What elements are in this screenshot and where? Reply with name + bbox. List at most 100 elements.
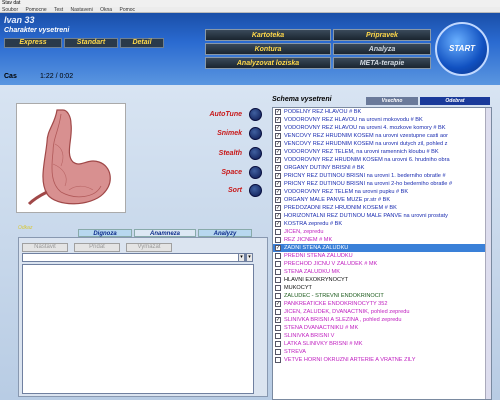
list-item[interactable]: STENA ZALUDKU MK bbox=[273, 268, 491, 276]
list-item[interactable]: ✓ PRICNY REZ DUTINOU BRISNI na urovni 2-h… bbox=[273, 180, 491, 188]
start-button[interactable]: START bbox=[435, 22, 489, 76]
list-item[interactable]: ✓ KOSTRA zepredu # BK bbox=[273, 220, 491, 228]
tab-remove[interactable]: Odebrat bbox=[420, 97, 490, 105]
list-item[interactable]: SLINIVKA BRISNI V bbox=[273, 332, 491, 340]
item-checkbox[interactable]: ✓ bbox=[275, 149, 281, 155]
nastavit-button[interactable]: Nastavit bbox=[22, 243, 68, 252]
list-item[interactable]: REZ JICNEM # MK bbox=[273, 236, 491, 244]
list-scrollbar[interactable] bbox=[485, 108, 491, 399]
item-checkbox[interactable] bbox=[275, 309, 281, 315]
list-item[interactable]: ✓ SLINIVKA BRISNI A SLEZINA , pohled zepr… bbox=[273, 316, 491, 324]
item-checkbox[interactable]: ✓ bbox=[275, 109, 281, 115]
list-item[interactable]: ✓ PANKREATICKE ENDOKRINOCYTY 352 bbox=[273, 300, 491, 308]
list-item[interactable]: JICEN, zepredu bbox=[273, 228, 491, 236]
list-item[interactable]: ✓ ZADNI STENA ZALUDKU bbox=[273, 244, 491, 252]
organ-image bbox=[16, 103, 126, 213]
list-item[interactable]: HLAVNI EXOKRYNOCYT bbox=[273, 276, 491, 284]
item-checkbox[interactable] bbox=[275, 253, 281, 259]
list-item[interactable]: JICEN, ZALUDEK, DVANACTNIK, pohled zepre… bbox=[273, 308, 491, 316]
item-checkbox[interactable] bbox=[275, 261, 281, 267]
combo-extra-icon[interactable]: ▾ bbox=[246, 253, 253, 262]
item-checkbox[interactable] bbox=[275, 293, 281, 299]
list-item[interactable]: ✓ HORIZONTALNI REZ DUTINOU MALE PANVE na … bbox=[273, 212, 491, 220]
item-checkbox[interactable] bbox=[275, 333, 281, 339]
item-checkbox[interactable] bbox=[275, 229, 281, 235]
item-checkbox[interactable] bbox=[275, 341, 281, 347]
item-checkbox[interactable]: ✓ bbox=[275, 117, 281, 123]
item-checkbox[interactable] bbox=[275, 277, 281, 283]
tab-all[interactable]: Vsechno bbox=[366, 97, 418, 105]
analyza-button[interactable]: Analyza bbox=[333, 43, 431, 55]
pripravek-button[interactable]: Pripravek bbox=[333, 29, 431, 41]
item-checkbox[interactable]: ✓ bbox=[275, 181, 281, 187]
item-checkbox[interactable]: ✓ bbox=[275, 189, 281, 195]
item-checkbox[interactable]: ✓ bbox=[275, 165, 281, 171]
list-item[interactable]: PREDNI STENA ZALUDKU bbox=[273, 252, 491, 260]
list-item[interactable]: STREVA bbox=[273, 348, 491, 356]
item-label: VODOROVNY REZ HLAVOU na urovni mokovodu … bbox=[284, 117, 423, 123]
character-label: Charakter vysetreni bbox=[4, 27, 70, 34]
item-checkbox[interactable]: ✓ bbox=[275, 205, 281, 211]
list-item[interactable]: ✓ VENCOVY REZ HRUDNIM KOSEM na urovni vze… bbox=[273, 132, 491, 140]
tab-analyzy[interactable]: Analyzy bbox=[198, 229, 252, 237]
standart-button[interactable]: Standart bbox=[64, 38, 118, 48]
sort-toggle[interactable] bbox=[249, 184, 262, 197]
list-item[interactable]: ✓ VODOROVNY REZ HLAVOU na urovni 4. mozko… bbox=[273, 124, 491, 132]
list-item[interactable]: MUKOCYT bbox=[273, 284, 491, 292]
list-item[interactable]: ✓ ORGANY DUTINY BRISNI # BK bbox=[273, 164, 491, 172]
combo-dropdown-icon[interactable]: ▾ bbox=[238, 253, 245, 262]
item-checkbox[interactable]: ✓ bbox=[275, 221, 281, 227]
item-checkbox[interactable]: ✓ bbox=[275, 301, 281, 307]
item-checkbox[interactable]: ✓ bbox=[275, 141, 281, 147]
item-checkbox[interactable] bbox=[275, 269, 281, 275]
list-item[interactable]: LATKA SLINIVKY BRISNI # MK bbox=[273, 340, 491, 348]
item-checkbox[interactable]: ✓ bbox=[275, 317, 281, 323]
item-checkbox[interactable] bbox=[275, 325, 281, 331]
list-item[interactable]: STENA DVANACTNIKU # MK bbox=[273, 324, 491, 332]
diagnosis-text-area[interactable] bbox=[22, 264, 254, 394]
express-button[interactable]: Express bbox=[4, 38, 62, 48]
item-checkbox[interactable]: ✓ bbox=[275, 157, 281, 163]
list-item[interactable]: ✓ VODOROVNY REZ TELEM, na urovni ramennic… bbox=[273, 148, 491, 156]
detail-button[interactable]: Detail bbox=[120, 38, 164, 48]
stealth-toggle[interactable] bbox=[249, 147, 262, 160]
item-label: PANKREATICKE ENDOKRINOCYTY 352 bbox=[284, 301, 388, 307]
kartoteka-button[interactable]: Kartoteka bbox=[205, 29, 331, 41]
list-item[interactable]: ✓ PODELNY REZ HLAVOU # BK bbox=[273, 108, 491, 116]
list-item[interactable]: ✓ PREDOZADNI REZ HRUDNIM KOSEM # BK bbox=[273, 204, 491, 212]
tab-anamneza[interactable]: Anamneza bbox=[134, 229, 196, 237]
list-item[interactable]: ✓ VODOROVNY REZ TELEM na urovni pupku # B… bbox=[273, 188, 491, 196]
meta-terapie-button[interactable]: META-terapie bbox=[333, 57, 431, 69]
snimek-toggle[interactable] bbox=[249, 127, 262, 140]
item-checkbox[interactable]: ✓ bbox=[275, 245, 281, 251]
kontura-button[interactable]: Kontura bbox=[205, 43, 331, 55]
item-checkbox[interactable] bbox=[275, 237, 281, 243]
pridat-button[interactable]: Pridat bbox=[74, 243, 120, 252]
schema-list[interactable]: ✓ PODELNY REZ HLAVOU # BK ✓ VODOROVNY REZ H… bbox=[272, 107, 492, 400]
item-checkbox[interactable] bbox=[275, 349, 281, 355]
item-checkbox[interactable]: ✓ bbox=[275, 197, 281, 203]
item-checkbox[interactable]: ✓ bbox=[275, 125, 281, 131]
list-item[interactable]: ✓ VODOROVNY REZ HLAVOU na urovni mokovodu… bbox=[273, 116, 491, 124]
tab-dignoza[interactable]: Dignoza bbox=[78, 229, 132, 237]
list-item[interactable]: VETVE HORNI OKRUZNI ARTERIE A VRATNE ZIL… bbox=[273, 356, 491, 364]
item-checkbox[interactable]: ✓ bbox=[275, 213, 281, 219]
list-item[interactable]: ✓ VODOROVNY REZ HRUDNIM KOSEM na urovni 6… bbox=[273, 156, 491, 164]
item-checkbox[interactable]: ✓ bbox=[275, 173, 281, 179]
list-item[interactable]: ✓ VENCOVY REZ HRUDNIM KOSEM na urovni dut… bbox=[273, 140, 491, 148]
diagnosis-combo[interactable] bbox=[22, 253, 246, 262]
list-item[interactable]: ZALUDEC - STREVNI ENDOKRINOCIT bbox=[273, 292, 491, 300]
space-toggle[interactable] bbox=[249, 166, 262, 179]
item-checkbox[interactable]: ✓ bbox=[275, 133, 281, 139]
item-checkbox[interactable] bbox=[275, 357, 281, 363]
vymazat-button[interactable]: Vymazat bbox=[126, 243, 172, 252]
autotune-toggle[interactable] bbox=[249, 108, 262, 121]
item-checkbox[interactable] bbox=[275, 285, 281, 291]
list-item[interactable]: PRECHOD JICNU V ZALUDEK # MK bbox=[273, 260, 491, 268]
window-title: Stav dat bbox=[0, 0, 500, 7]
list-item[interactable]: ✓ PRICNY REZ DUTINOU BRISNI na urovni 1. … bbox=[273, 172, 491, 180]
list-item[interactable]: ✓ ORGANY MALE PANVE MUZE pr.str # BK bbox=[273, 196, 491, 204]
analyzovat-loziska-button[interactable]: Analyzovat loziska bbox=[205, 57, 331, 69]
item-label: ORGANY DUTINY BRISNI # BK bbox=[284, 165, 365, 171]
lower-label: Odkaz bbox=[18, 225, 33, 231]
